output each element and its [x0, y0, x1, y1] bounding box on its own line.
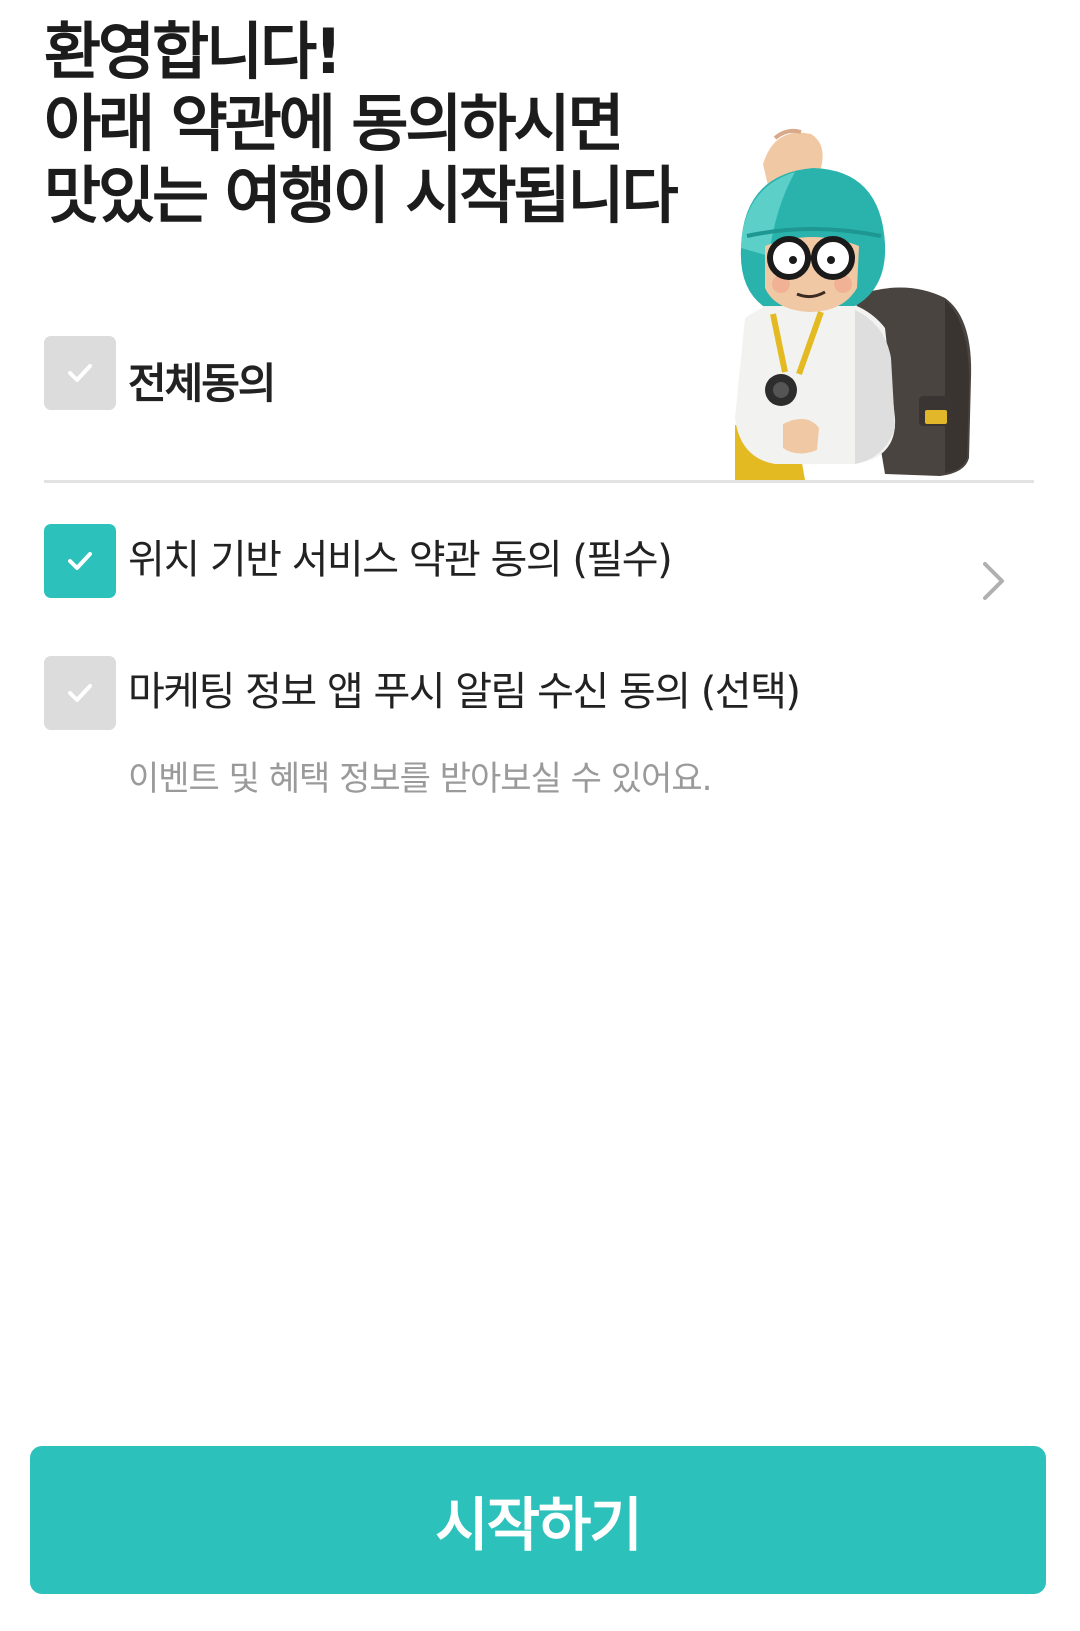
marketing-push-checkbox[interactable] [44, 656, 116, 730]
chevron-right-icon[interactable] [980, 560, 1008, 602]
page-title: 환영합니다! 아래 약관에 동의하시면 맛있는 여행이 시작됩니다 [44, 15, 679, 232]
check-icon [68, 552, 92, 570]
title-line-2: 아래 약관에 동의하시면 [44, 87, 625, 160]
title-line-3: 맛있는 여행이 시작됩니다 [44, 159, 679, 232]
traveler-mascot-illustration [735, 128, 972, 480]
location-terms-label[interactable]: 위치 기반 서비스 약관 동의 (필수) [128, 532, 673, 588]
agree-all-label[interactable]: 전체동의 [128, 356, 277, 412]
marketing-push-description: 이벤트 및 혜택 정보를 받아보실 수 있어요. [128, 759, 712, 799]
marketing-push-label[interactable]: 마케팅 정보 앱 푸시 알림 수신 동의 (선택) [128, 664, 801, 720]
check-icon [68, 684, 92, 702]
agree-all-checkbox[interactable] [44, 336, 116, 410]
divider [44, 480, 1034, 483]
location-terms-checkbox[interactable] [44, 524, 116, 598]
start-button[interactable]: 시작하기 [30, 1446, 1046, 1594]
check-icon [68, 364, 92, 382]
title-line-1: 환영합니다! [44, 15, 342, 88]
